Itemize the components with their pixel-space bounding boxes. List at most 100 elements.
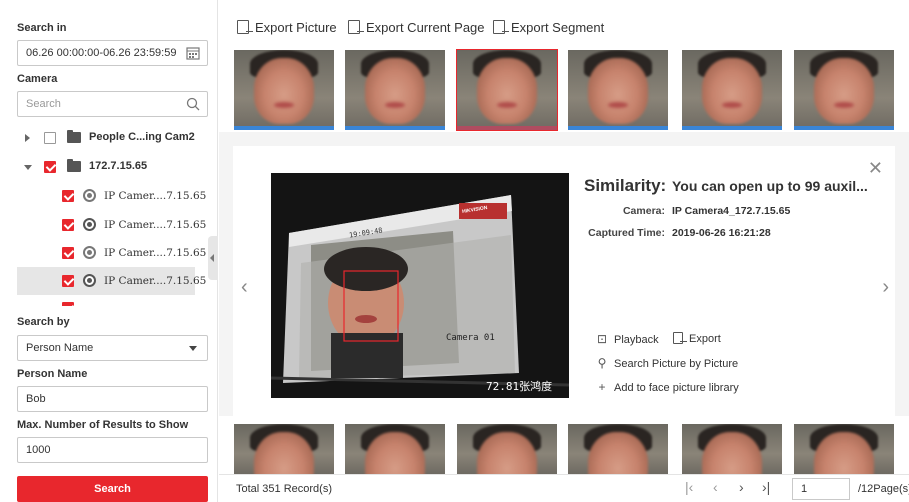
- first-page-icon[interactable]: |‹: [685, 479, 693, 495]
- face-thumbnail[interactable]: [794, 424, 894, 474]
- expand-arrow-icon[interactable]: [25, 134, 30, 142]
- tree-item-label: People C...ing Cam2: [89, 131, 195, 143]
- camera-search-input[interactable]: Search: [17, 91, 208, 117]
- face-thumbnail[interactable]: [457, 424, 557, 474]
- checkbox-checked[interactable]: [62, 247, 74, 259]
- camera-value: IP Camera4_172.7.15.65: [672, 205, 791, 217]
- captured-time-key: Captured Time:: [588, 227, 665, 239]
- face-thumbnail[interactable]: [682, 50, 782, 130]
- checkbox[interactable]: [44, 132, 56, 144]
- export-picture-label: Export Picture: [255, 20, 337, 35]
- search-picture-by-picture-button[interactable]: ⚲ Search Picture by Picture: [596, 356, 739, 370]
- camera-icon: [83, 189, 96, 202]
- next-page-icon[interactable]: ›: [739, 479, 744, 495]
- tree-item-label: 172.7.15.65: [89, 160, 148, 172]
- export-segment-button[interactable]: Export Segment: [493, 20, 604, 35]
- export-icon: [673, 332, 687, 344]
- similarity-value: You can open up to 99 auxil...: [672, 178, 868, 194]
- camera-icon: [83, 274, 96, 287]
- export-segment-label: Export Segment: [511, 20, 605, 35]
- panel-collapse-handle[interactable]: [208, 236, 218, 280]
- tree-item-label: IP Camer....7.15.65: [104, 190, 207, 202]
- tree-item-camera[interactable]: IP Camer....7.15.65: [17, 239, 206, 267]
- search-icon: ⚲: [597, 356, 607, 370]
- export-icon: [493, 20, 509, 34]
- tree-item-partial: [17, 298, 195, 306]
- photo-overlay-camera: Camera 01: [446, 333, 495, 343]
- checkbox-checked[interactable]: [62, 302, 74, 306]
- export-current-page-button[interactable]: Export Current Page: [348, 20, 485, 35]
- search-by-value: Person Name: [26, 342, 94, 354]
- date-range-value: 06.26 00:00:00-06.26 23:59:59: [26, 47, 177, 59]
- export-picture-button[interactable]: Export Picture: [237, 20, 337, 35]
- export-label: Export: [689, 333, 721, 345]
- export-button[interactable]: Export: [673, 332, 721, 345]
- playback-button[interactable]: ⊡ Playback: [596, 332, 659, 346]
- last-page-icon[interactable]: ›|: [762, 479, 770, 495]
- face-thumbnail[interactable]: [682, 424, 782, 474]
- person-name-label: Person Name: [17, 368, 88, 380]
- tree-item-camera[interactable]: IP Camer....7.15.65: [17, 182, 206, 210]
- previous-page-icon[interactable]: ‹: [713, 479, 718, 495]
- camera-icon: [83, 218, 96, 231]
- tree-item-label: IP Camer....7.15.65: [104, 247, 207, 259]
- tree-item-172-7-15-65[interactable]: 172.7.15.65: [17, 153, 195, 181]
- playback-label: Playback: [614, 334, 659, 346]
- face-thumbnail[interactable]: [568, 424, 668, 474]
- face-thumbnail[interactable]: [345, 50, 445, 130]
- similarity-label: Similarity:: [584, 176, 667, 195]
- tree-item-camera[interactable]: IP Camer....7.15.65: [17, 211, 206, 239]
- checkbox-checked[interactable]: [62, 219, 74, 231]
- checkbox-checked[interactable]: [44, 161, 56, 173]
- toolbar: Export Picture Export Current Page Expor…: [219, 0, 909, 44]
- add-to-library-label: Add to face picture library: [614, 382, 739, 394]
- next-arrow-icon[interactable]: ›: [882, 276, 889, 299]
- folder-icon: [67, 130, 81, 143]
- search-icon[interactable]: [186, 97, 200, 111]
- camera-label: Camera: [17, 73, 58, 85]
- face-thumbnail[interactable]: [234, 424, 334, 474]
- collapse-arrow-icon[interactable]: [24, 165, 32, 170]
- plus-icon: +: [598, 380, 606, 394]
- camera-search-placeholder: Search: [26, 98, 61, 110]
- face-thumbnail[interactable]: [234, 50, 334, 130]
- detail-panel: ✕ ‹ › 19:09:48 HIKVISION Camera 01 72.81: [233, 146, 895, 416]
- checkbox-checked[interactable]: [62, 190, 74, 202]
- max-results-value: 1000: [26, 444, 51, 456]
- tree-item-people-counting-cam2[interactable]: People C...ing Cam2: [17, 124, 195, 152]
- camera-key: Camera:: [622, 205, 665, 217]
- camera-icon: [83, 246, 96, 259]
- add-to-face-library-button[interactable]: + Add to face picture library: [596, 380, 739, 394]
- thumbnail-strip-top: [219, 44, 909, 132]
- playback-icon: ⊡: [596, 332, 608, 346]
- search-by-label: Search by: [17, 316, 70, 328]
- person-name-value: Bob: [26, 393, 46, 405]
- calendar-icon[interactable]: [186, 46, 200, 60]
- chevron-down-icon: [189, 346, 197, 351]
- person-name-input[interactable]: Bob: [17, 386, 208, 412]
- face-thumbnail[interactable]: [794, 50, 894, 130]
- face-thumbnail[interactable]: [568, 50, 668, 130]
- photo-overlay-number: 72.81张鸿度: [486, 380, 553, 393]
- date-range-field[interactable]: 06.26 00:00:00-06.26 23:59:59: [17, 40, 208, 66]
- search-by-select[interactable]: Person Name: [17, 335, 208, 361]
- search-in-label: Search in: [17, 22, 67, 34]
- export-icon: [348, 20, 364, 34]
- search-by-picture-label: Search Picture by Picture: [614, 358, 739, 370]
- tree-item-label: IP Camer....7.15.65: [104, 219, 207, 231]
- results-area: Export Picture Export Current Page Expor…: [219, 0, 909, 502]
- total-records: Total 351 Record(s): [236, 483, 332, 495]
- tree-item-camera-selected[interactable]: IP Camer....7.15.65: [17, 267, 206, 295]
- checkbox-checked[interactable]: [62, 275, 74, 287]
- thumbnail-strip-bottom: [219, 416, 909, 474]
- face-thumbnail-selected[interactable]: [456, 49, 558, 131]
- search-button[interactable]: Search: [17, 476, 208, 502]
- face-thumbnail[interactable]: [345, 424, 445, 474]
- max-results-input[interactable]: 1000: [17, 437, 208, 463]
- previous-arrow-icon[interactable]: ‹: [241, 276, 248, 299]
- close-icon[interactable]: ✕: [868, 158, 883, 179]
- pagination-bar: Total 351 Record(s) |‹ ‹ › ›| 1 /12Page(…: [219, 474, 909, 502]
- page-total: /12Page(s): [858, 483, 909, 495]
- page-number-input[interactable]: 1: [792, 478, 850, 500]
- captured-photo: 19:09:48 HIKVISION Camera 01 72.81张鸿度: [271, 173, 569, 398]
